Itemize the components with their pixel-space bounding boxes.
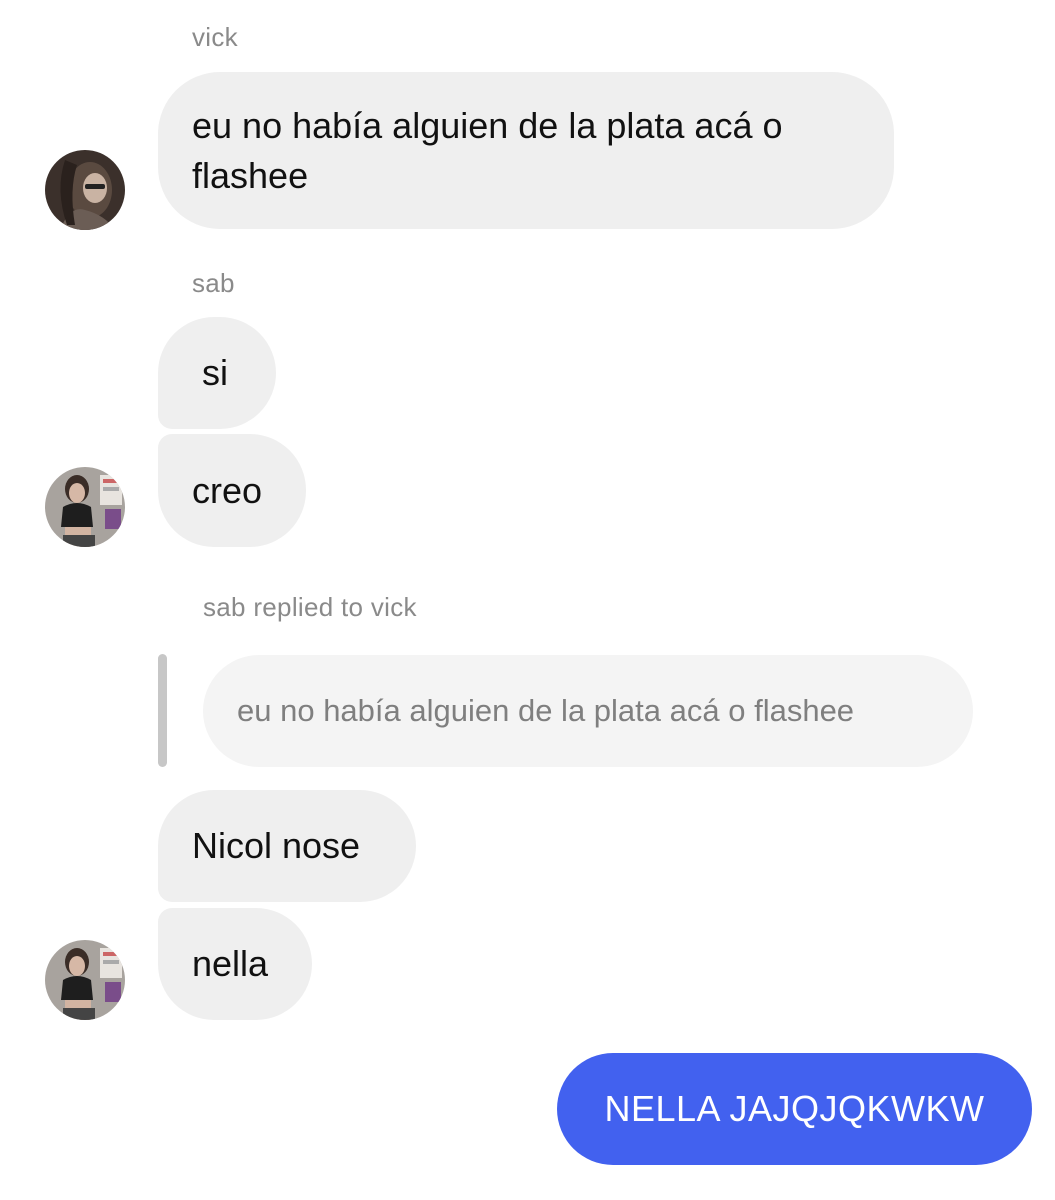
profile-photo-icon — [45, 150, 125, 230]
message-text: NELLA JAJQJQKWKW — [604, 1088, 985, 1129]
message-bubble[interactable]: creo — [158, 434, 306, 547]
avatar[interactable] — [45, 940, 125, 1020]
message-text: eu no había alguien de la plata acá o — [192, 104, 783, 146]
message-text: creo — [192, 469, 263, 511]
message-bubble[interactable]: si — [158, 317, 276, 429]
avatar[interactable] — [45, 467, 125, 547]
message-text: si — [202, 352, 228, 393]
sender-name: sab — [192, 268, 235, 298]
profile-photo-icon — [45, 940, 125, 1020]
sent-message-bubble[interactable]: NELLA JAJQJQKWKW — [557, 1053, 1032, 1165]
message-bubble[interactable]: eu no había alguien de la plata acá o fl… — [158, 72, 894, 229]
message-text: flashee — [192, 154, 309, 196]
reply-indicator-bar — [158, 654, 167, 767]
quoted-message[interactable]: eu no había alguien de la plata acá o fl… — [203, 655, 973, 767]
message-bubble[interactable]: Nicol nose — [158, 790, 416, 902]
message-text: nella — [192, 943, 269, 984]
message-bubble[interactable]: nella — [158, 908, 312, 1020]
sender-name: vick — [192, 22, 238, 52]
profile-photo-icon — [45, 467, 125, 547]
reply-header: sab replied to vick — [203, 592, 417, 622]
avatar[interactable] — [45, 150, 125, 230]
quoted-text: eu no había alguien de la plata acá o fl… — [237, 693, 855, 728]
message-text: Nicol nose — [192, 825, 361, 866]
